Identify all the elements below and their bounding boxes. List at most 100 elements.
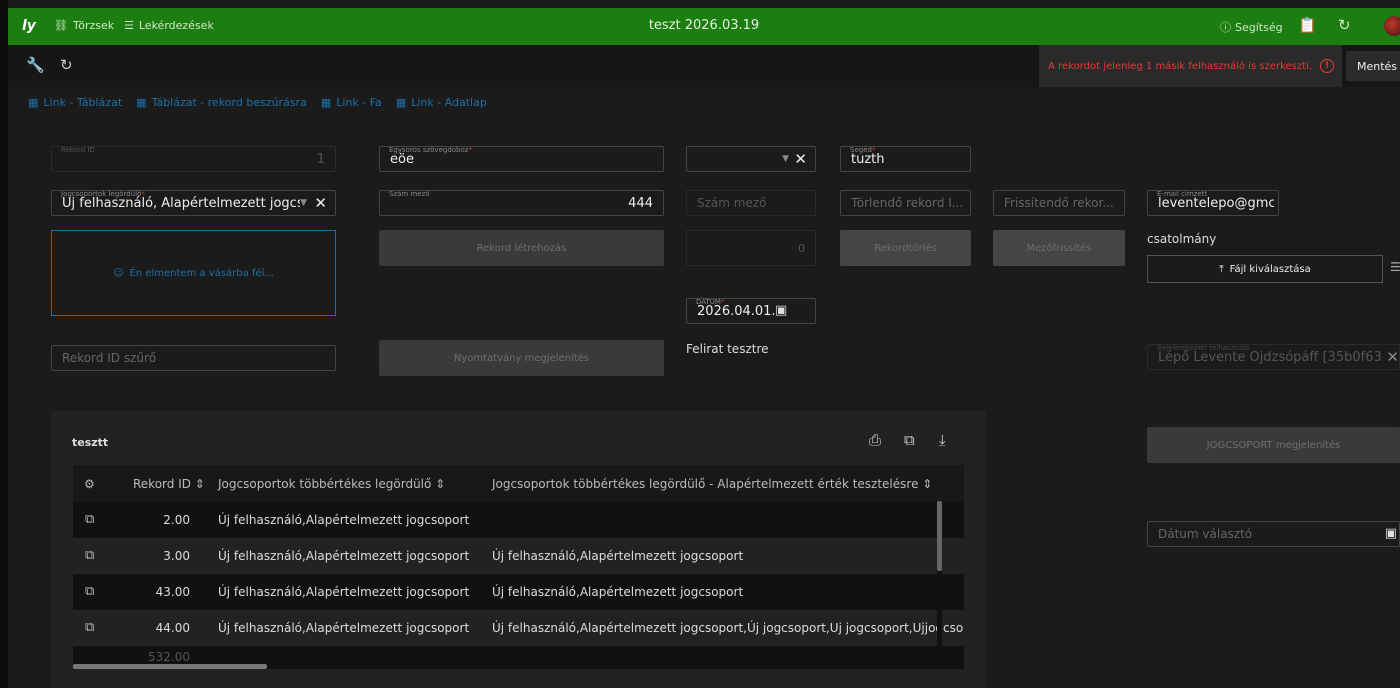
clipboard-search-icon[interactable]: 📋 (1298, 16, 1317, 34)
download-icon[interactable]: ⤓ (939, 431, 946, 449)
cell-c2: Új felhasználó,Alapértelmezett jogcsopor… (492, 621, 964, 635)
cell-id: 3.00 (163, 549, 190, 563)
datum-field[interactable]: DÁTUM* 2026.04.01. ▣ (686, 298, 816, 324)
datum-valaszto-placeholder: Dátum választó (1158, 527, 1253, 541)
rekord-id-szuro-field[interactable]: Rekord ID szűrő (51, 345, 336, 371)
egysoros-value: eöe (390, 152, 414, 167)
link-adatlap[interactable]: ▦ Link - Adatlap (396, 96, 487, 109)
col-jogcsoportok[interactable]: Jogcsoportok többértékes legördülő ⇕ (218, 477, 445, 491)
csatolmany-label: csatolmány (1147, 232, 1217, 246)
edit-icon[interactable]: ⧉ (85, 584, 94, 599)
empty-select[interactable]: ▼ ✕ (686, 146, 816, 172)
frissitendo-field[interactable]: Frissítendő rekor... (993, 190, 1125, 216)
calendar-icon[interactable]: ▣ (775, 303, 787, 318)
nav-torzsek[interactable]: ⛓ Törzsek (54, 19, 114, 32)
frissitendo-placeholder: Frissítendő rekor... (1004, 196, 1114, 210)
cell-id: 43.00 (155, 585, 190, 599)
record-toolbar: 🔧 ↻ A rekordot jelenleg 1 másik felhaszn… (8, 45, 1400, 87)
avatar[interactable] (1384, 16, 1400, 36)
col-rekord-id[interactable]: Rekord ID ⇕ (133, 477, 205, 491)
grid-icon: ▦ (28, 96, 39, 109)
link-tablazat-beszuras[interactable]: ▦ Táblázat - rekord beszúrásra (136, 96, 307, 109)
grid-icon: ▦ (320, 96, 332, 109)
vertical-scrollbar[interactable] (937, 501, 942, 661)
help-label: Segítség (1235, 20, 1283, 34)
close-icon[interactable]: ✕ (314, 194, 327, 212)
link-bar: ▦ Link - Táblázat ▦ Táblázat - rekord besz… (28, 96, 487, 109)
close-icon[interactable]: ✕ (794, 150, 807, 168)
szam-mezo-value: 444 (628, 196, 653, 211)
link-tablazat-label: Link - Táblázat (43, 96, 123, 109)
settings-icon[interactable]: ⚙ (84, 477, 95, 491)
link-tablazat-beszuras-label: Táblázat - rekord beszúrásra (151, 96, 307, 109)
help-icon: ⓘ (1220, 21, 1231, 34)
table-row[interactable]: ⧉ 2.00 Új felhasználó,Alapértelmezett jo… (73, 502, 964, 538)
grid-icon: ▦ (136, 96, 147, 109)
nyomtatvany-button[interactable]: Nyomtatvány megjelenítés (379, 340, 664, 376)
szam-mezo-field[interactable]: Szám mező 444 (379, 190, 664, 216)
seged-field[interactable]: Segéd* tuzth (840, 146, 971, 172)
refresh-icon[interactable]: ↻ (1338, 16, 1351, 34)
datum-valaszto-field[interactable]: Dátum választó ▣ (1147, 521, 1400, 547)
cell-id: 2.00 (163, 513, 190, 527)
save-button[interactable]: Mentés (1346, 51, 1400, 81)
mezofrissites-button[interactable]: Mezőfrissítés (993, 230, 1125, 266)
horizontal-scrollbar[interactable] (73, 664, 964, 669)
torlendo-field[interactable]: Törlendő rekord I... (840, 190, 971, 216)
edit-icon[interactable]: ⧉ (85, 620, 94, 635)
table-header: ⚙ Rekord ID ⇕ Jogcsoportok többértékes l… (73, 465, 964, 502)
rekordtorles-button[interactable]: Rekordtörlés (840, 230, 971, 266)
egysoros-field[interactable]: Egysoros szövegdoboz* eöe (379, 146, 664, 172)
file-drop-zone[interactable]: ☺ Én elmentem a vásárba fél... (51, 230, 336, 316)
list-icon[interactable]: ☰ (1390, 260, 1400, 274)
alert-icon: ! (1320, 59, 1334, 73)
cell-id: 44.00 (155, 621, 190, 635)
torlendo-placeholder: Törlendő rekord I... (851, 196, 964, 210)
file-select-button[interactable]: ⤒ Fájl kiválasztása (1147, 255, 1383, 283)
chevron-down-icon: ▼ (300, 198, 307, 208)
app-logo[interactable]: ly (22, 18, 36, 34)
szam-mezo-label: Szám mező (389, 190, 430, 198)
bejelentkezett-value: Lépő Levente Ojdzsópáff [35b0f63... (1158, 350, 1383, 365)
edit-icon[interactable]: ⧉ (85, 548, 94, 563)
help-link[interactable]: ⓘ Segítség (1220, 19, 1283, 35)
rekord-id-field: Rekord ID 1 (51, 146, 336, 172)
link-tablazat[interactable]: ▦ Link - Táblázat (28, 96, 122, 109)
reload-icon[interactable]: ↻ (60, 56, 73, 74)
rekord-id-szuro-placeholder: Rekord ID szűrő (62, 351, 157, 365)
rekord-letrehozas-button[interactable]: Rekord létrehozás (379, 230, 664, 266)
cell-c2: Új felhasználó,Alapértelmezett jogcsopor… (492, 549, 744, 563)
grid-icon: ▦ (395, 96, 407, 109)
table-row[interactable]: 532.00 (73, 646, 964, 666)
cell-c1: Új felhasználó,Alapértelmezett jogcsopor… (218, 621, 470, 635)
number-display: 0 (686, 230, 816, 266)
print-icon[interactable]: ⎙ (869, 431, 881, 449)
vertical-scroll-thumb[interactable] (937, 501, 942, 571)
jogcsoportok-select[interactable]: Jogcsoportok legördülő* Új felhasználó, … (51, 190, 336, 216)
rekord-id-label: Rekord ID (61, 146, 95, 154)
wrench-icon[interactable]: 🔧 (26, 56, 45, 74)
edit-icon[interactable]: ⧉ (85, 512, 94, 527)
nav-lekerdezesek[interactable]: ☰ Lekérdezések (124, 19, 214, 32)
cell-id: 532.00 (148, 650, 190, 664)
table-row[interactable]: ⧉ 3.00 Új felhasználó,Alapértelmezett jo… (73, 538, 964, 574)
email-field[interactable]: E-mail címzett leventelepo@gmc (1147, 190, 1279, 216)
external-link-icon[interactable]: ⧉ (904, 431, 915, 449)
table-row[interactable]: ⧉ 44.00 Új felhasználó,Alapértelmezett j… (73, 610, 964, 646)
seged-value: tuzth (851, 152, 885, 167)
nav-torzsek-label: Törzsek (72, 19, 115, 32)
cell-c2: Új felhasználó,Alapértelmezett jogcsopor… (492, 585, 744, 599)
table-row[interactable]: ⧉ 43.00 Új felhasználó,Alapértelmezett j… (73, 574, 964, 610)
document-list-icon: ☰ (124, 19, 134, 32)
chevron-down-icon: ▼ (782, 154, 789, 164)
network-icon: ⛓ (54, 19, 68, 32)
jogcsoport-button[interactable]: JOGCSOPORT megjelenítés (1147, 427, 1400, 463)
szam-mezo-2-placeholder: Szám mező (697, 196, 767, 210)
felirat-label: Felirat tesztre (686, 342, 769, 356)
close-icon[interactable]: ✕ (1386, 348, 1399, 366)
link-fa[interactable]: ▦ Link - Fa (321, 96, 382, 109)
horizontal-scroll-thumb[interactable] (73, 664, 267, 669)
calendar-icon[interactable]: ▣ (1385, 526, 1397, 541)
link-adatlap-label: Link - Adatlap (411, 96, 487, 109)
col-jogcsoportok-default[interactable]: Jogcsoportok többértékes legördülő - Ala… (492, 477, 932, 491)
